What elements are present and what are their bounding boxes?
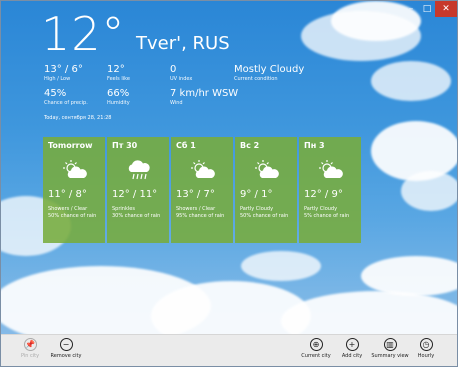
forecast-condition: Partly Cloudy bbox=[304, 206, 338, 212]
forecast-condition: Partly Cloudy bbox=[240, 206, 274, 212]
background-cloud bbox=[371, 121, 457, 181]
current-city-label: Current city bbox=[301, 353, 331, 359]
forecast-precip: 50% chance of rain bbox=[240, 213, 289, 219]
minus-icon: − bbox=[59, 338, 73, 351]
hourly-label: Hourly bbox=[417, 353, 435, 359]
weather-app-window: – □ ✕ 12° Tver', RUS 13° / 6° High / Low… bbox=[0, 0, 458, 367]
forecast-temps: 11° / 8° bbox=[48, 189, 87, 200]
forecast-card-day-5[interactable]: Пн 3 12° / 9° Partly Cloudy 5% chance of… bbox=[299, 137, 361, 243]
forecast-temps: 9° / 1° bbox=[240, 189, 273, 200]
app-bar: 📌 Pin city − Remove city ⊕ Current city … bbox=[1, 334, 457, 366]
metric-value: 45% bbox=[44, 88, 67, 99]
metric-value: Mostly Cloudy bbox=[234, 64, 305, 75]
forecast-card-day-3[interactable]: Сб 1 13° / 7° Showers / Clear 95% chance… bbox=[171, 137, 233, 243]
summary-view-button[interactable]: ▥ Summary view bbox=[370, 338, 410, 359]
forecast-condition: Showers / Clear bbox=[48, 206, 88, 212]
forecast-temps: 13° / 7° bbox=[176, 189, 215, 200]
forecast-card-day-2[interactable]: Пт 30 12° / 11° Sprinkles 30% chance of … bbox=[107, 137, 169, 243]
current-temperature: 12° bbox=[41, 7, 126, 61]
metric-label: Wind bbox=[170, 100, 183, 106]
forecast-precip: 30% chance of rain bbox=[112, 213, 161, 219]
close-button[interactable]: ✕ bbox=[435, 1, 457, 17]
remove-city-label: Remove city bbox=[50, 353, 82, 359]
summary-view-label: Summary view bbox=[371, 353, 409, 359]
rain-cloud-icon bbox=[128, 160, 150, 180]
forecast-condition: Showers / Clear bbox=[176, 206, 216, 212]
background-cloud bbox=[371, 61, 451, 101]
forecast-condition-block: Showers / Clear 50% chance of rain bbox=[48, 206, 104, 220]
sun-cloud-icon bbox=[255, 160, 279, 178]
sun-cloud-icon bbox=[191, 160, 215, 178]
forecast-condition-block: Partly Cloudy 5% chance of rain bbox=[304, 206, 360, 220]
plus-icon: + bbox=[345, 338, 359, 351]
metric-label: Current condition bbox=[234, 76, 278, 82]
metric-label: UV index bbox=[170, 76, 193, 82]
grid-icon: ▥ bbox=[383, 338, 397, 351]
pin-city-button[interactable]: 📌 Pin city bbox=[10, 338, 50, 359]
pin-city-label: Pin city bbox=[20, 353, 40, 359]
forecast-condition: Sprinkles bbox=[112, 206, 135, 212]
crosshair-icon: ⊕ bbox=[309, 338, 323, 351]
forecast-day: Сб 1 bbox=[176, 141, 196, 150]
background-cloud bbox=[361, 256, 457, 296]
metric-label: Humidity bbox=[107, 100, 130, 106]
metric-precip-chance: 45% Chance of precip. bbox=[44, 88, 88, 107]
forecast-card-tomorrow[interactable]: Tomorrow 11° / 8° Showers / Clear 50% ch… bbox=[43, 137, 105, 243]
maximize-button[interactable]: □ bbox=[419, 1, 435, 17]
forecast-precip: 5% chance of rain bbox=[304, 213, 350, 219]
sun-cloud-icon bbox=[63, 160, 87, 178]
forecast-condition-block: Partly Cloudy 50% chance of rain bbox=[240, 206, 296, 220]
background-cloud bbox=[241, 251, 321, 281]
sun-cloud-icon bbox=[319, 160, 343, 178]
add-city-button[interactable]: + Add city bbox=[332, 338, 372, 359]
metric-current-condition: Mostly Cloudy Current condition bbox=[234, 64, 304, 83]
remove-city-button[interactable]: − Remove city bbox=[46, 338, 86, 359]
metric-feels-like: 12° Feels like bbox=[107, 64, 130, 83]
forecast-condition-block: Showers / Clear 95% chance of rain bbox=[176, 206, 232, 220]
minimize-button[interactable]: – bbox=[403, 1, 419, 17]
metric-high-low: 13° / 6° High / Low bbox=[44, 64, 83, 83]
metric-label: Feels like bbox=[107, 76, 130, 82]
forecast-day: Вс 2 bbox=[240, 141, 260, 150]
current-city-button[interactable]: ⊕ Current city bbox=[296, 338, 336, 359]
metric-value: 7 km/hr WSW bbox=[170, 88, 239, 99]
forecast-condition-block: Sprinkles 30% chance of rain bbox=[112, 206, 168, 220]
metric-value: 0 bbox=[170, 64, 177, 75]
forecast-temps: 12° / 11° bbox=[112, 189, 158, 200]
forecast-precip: 95% chance of rain bbox=[176, 213, 225, 219]
metric-value: 12° bbox=[107, 64, 125, 75]
metric-humidity: 66% Humidity bbox=[107, 88, 130, 107]
metric-wind: 7 km/hr WSW Wind bbox=[170, 88, 238, 107]
window-controls: – □ ✕ bbox=[403, 1, 457, 17]
metric-value: 13° / 6° bbox=[44, 64, 83, 75]
forecast-day: Пт 30 bbox=[112, 141, 138, 150]
clock-icon: ◷ bbox=[419, 338, 433, 351]
forecast-card-day-4[interactable]: Вс 2 9° / 1° Partly Cloudy 50% chance of… bbox=[235, 137, 297, 243]
add-city-label: Add city bbox=[341, 353, 363, 359]
forecast-temps: 12° / 9° bbox=[304, 189, 343, 200]
background-cloud bbox=[401, 171, 457, 211]
metric-label: High / Low bbox=[44, 76, 71, 82]
last-updated-timestamp: Today, сентября 28, 21:28 bbox=[44, 115, 112, 121]
city-name: Tver', RUS bbox=[136, 33, 230, 54]
forecast-precip: 50% chance of rain bbox=[48, 213, 97, 219]
forecast-day: Tomorrow bbox=[48, 141, 93, 150]
pin-icon: 📌 bbox=[23, 338, 37, 351]
metric-uv-index: 0 UV index bbox=[170, 64, 192, 83]
forecast-day: Пн 3 bbox=[304, 141, 325, 150]
metric-value: 66% bbox=[107, 88, 130, 99]
metric-label: Chance of precip. bbox=[44, 100, 88, 106]
hourly-button[interactable]: ◷ Hourly bbox=[406, 338, 446, 359]
